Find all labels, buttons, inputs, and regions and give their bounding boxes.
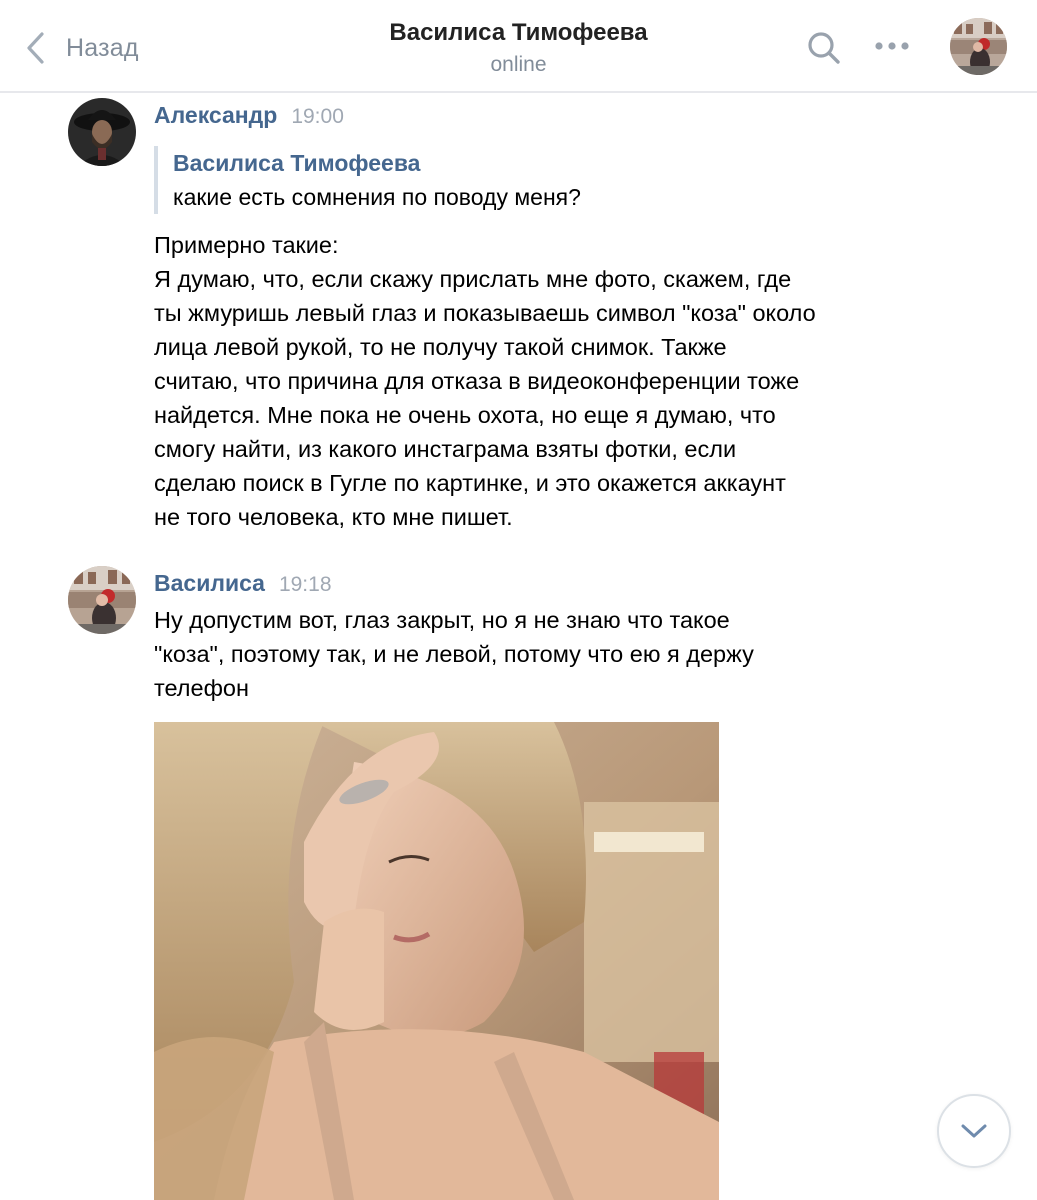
quoted-message[interactable]: Василиса Тимофеева какие есть сомнения п… — [154, 146, 854, 214]
contact-avatar[interactable] — [950, 18, 1007, 75]
chat-header: Назад Василиса Тимофеева online — [0, 0, 1037, 93]
message-author[interactable]: Александр — [154, 102, 277, 129]
more-horizontal-icon[interactable] — [872, 34, 912, 58]
message-header: Александр 19:00 — [154, 102, 344, 129]
message-text: Примерно такие: Я думаю, что, если скажу… — [154, 232, 816, 530]
message-time: 19:00 — [291, 105, 344, 128]
quote-text: какие есть сомнения по поводу меня? — [173, 184, 581, 210]
author-avatar[interactable] — [68, 98, 136, 166]
search-icon[interactable] — [806, 30, 842, 66]
message-header: Василиса 19:18 — [154, 570, 332, 597]
message-text: Ну допустим вот, глаз закрыт, но я не зн… — [154, 607, 754, 701]
message-author[interactable]: Василиса — [154, 570, 265, 597]
photo-attachment[interactable] — [154, 722, 719, 1200]
back-label: Назад — [66, 33, 139, 62]
chevron-left-icon — [27, 32, 44, 64]
author-avatar[interactable] — [68, 566, 136, 634]
quote-author: Василиса Тимофеева — [173, 150, 421, 176]
chevron-down-icon — [961, 1124, 987, 1138]
chat-window: Назад Василиса Тимофеева online Александ… — [0, 0, 1037, 1200]
back-button[interactable]: Назад — [24, 28, 139, 68]
scroll-down-button[interactable] — [937, 1094, 1011, 1168]
message-time: 19:18 — [278, 573, 332, 596]
